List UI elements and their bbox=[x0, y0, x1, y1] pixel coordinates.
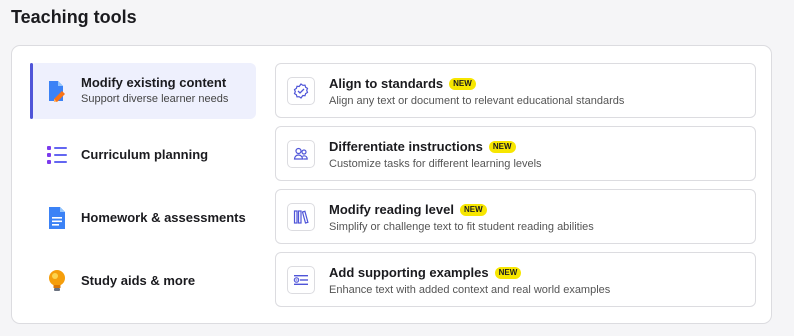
category-homework-assessments[interactable]: Homework & assessments bbox=[30, 190, 256, 246]
tool-title: Modify reading level bbox=[329, 202, 454, 217]
category-label: Modify existing content bbox=[81, 75, 227, 90]
new-badge: NEW bbox=[488, 141, 516, 153]
list-icon bbox=[45, 143, 69, 167]
edit-document-icon bbox=[45, 79, 69, 103]
lightbulb-icon bbox=[45, 269, 69, 293]
category-study-aids[interactable]: Study aids & more bbox=[30, 253, 256, 309]
books-icon bbox=[287, 203, 315, 231]
people-icon bbox=[287, 140, 315, 168]
tool-title: Align to standards bbox=[329, 76, 444, 91]
tool-description: Align any text or document to relevant e… bbox=[329, 95, 625, 107]
active-indicator bbox=[30, 63, 33, 119]
category-curriculum-planning[interactable]: Curriculum planning bbox=[30, 127, 256, 183]
category-modify-existing-content[interactable]: Modify existing content Support diverse … bbox=[30, 63, 256, 119]
category-label: Study aids & more bbox=[81, 273, 196, 288]
new-badge: NEW bbox=[459, 204, 487, 216]
category-label: Homework & assessments bbox=[81, 210, 246, 225]
tool-modify-reading-level[interactable]: Modify reading level NEW Simplify or cha… bbox=[275, 189, 756, 244]
document-icon bbox=[45, 206, 69, 230]
tool-description: Enhance text with added context and real… bbox=[329, 284, 611, 296]
category-sublabel: Support diverse learner needs bbox=[81, 93, 229, 105]
page-title: Teaching tools bbox=[11, 7, 137, 27]
text-add-icon bbox=[287, 266, 315, 294]
tool-title: Differentiate instructions bbox=[329, 139, 483, 154]
new-badge: NEW bbox=[494, 267, 522, 279]
tool-differentiate-instructions[interactable]: Differentiate instructions NEW Customize… bbox=[275, 126, 756, 181]
tool-title: Add supporting examples bbox=[329, 265, 489, 280]
tool-description: Customize tasks for different learning l… bbox=[329, 158, 542, 170]
new-badge: NEW bbox=[449, 78, 476, 90]
teaching-tools-panel: Modify existing content Support diverse … bbox=[11, 45, 772, 324]
category-label: Curriculum planning bbox=[81, 147, 209, 162]
check-badge-icon bbox=[287, 77, 315, 105]
tool-description: Simplify or challenge text to fit studen… bbox=[329, 221, 594, 233]
tool-add-supporting-examples[interactable]: Add supporting examples NEW Enhance text… bbox=[275, 252, 756, 307]
tool-align-to-standards[interactable]: Align to standards NEW Align any text or… bbox=[275, 63, 756, 118]
